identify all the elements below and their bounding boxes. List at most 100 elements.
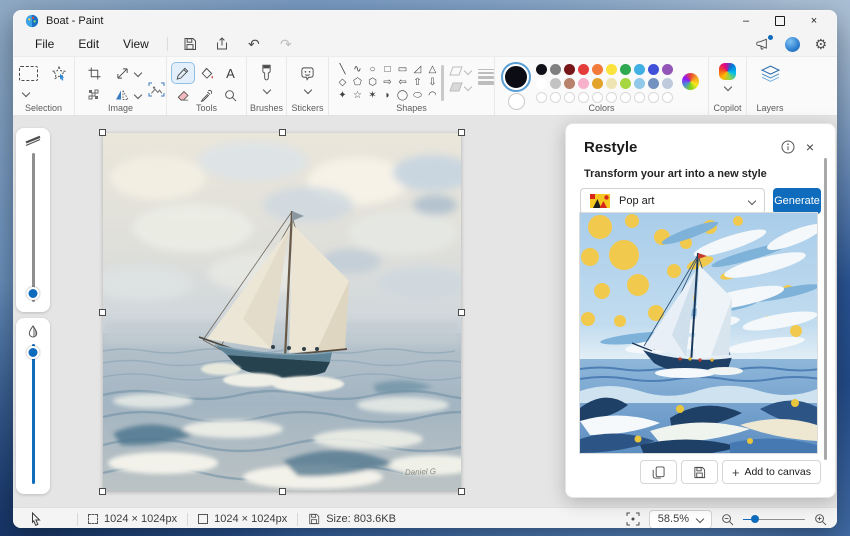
empty-color-slot[interactable]	[564, 92, 575, 103]
save-button[interactable]	[177, 34, 203, 54]
copy-result-button[interactable]	[639, 460, 677, 484]
image-creator-button[interactable]	[147, 79, 166, 99]
shape-rounded-rectangle[interactable]: ▭	[395, 63, 410, 76]
shape-curve[interactable]: ∿	[350, 63, 365, 76]
color-swatch[interactable]	[550, 64, 561, 75]
shape-diamond[interactable]: ◇	[335, 76, 350, 89]
empty-color-slot[interactable]	[648, 92, 659, 103]
selection-handle-top-right[interactable]	[458, 129, 465, 136]
magnifier-tool-button[interactable]	[220, 85, 242, 105]
empty-color-slot[interactable]	[550, 92, 561, 103]
save-result-button[interactable]	[680, 460, 718, 484]
selection-handle-middle-right[interactable]	[458, 309, 465, 316]
edit-colors-button[interactable]	[682, 73, 699, 90]
zoom-level-select[interactable]: 58.5%	[648, 509, 712, 528]
rect-select-button[interactable]	[18, 63, 40, 83]
shape-outline-button[interactable]	[449, 65, 473, 77]
empty-color-slot[interactable]	[578, 92, 589, 103]
fill-tool-button[interactable]	[196, 63, 218, 83]
color-swatch[interactable]	[592, 64, 603, 75]
stickers-dropdown-chevron[interactable]	[303, 85, 312, 95]
thickness-slider[interactable]	[26, 153, 40, 302]
shape-arrow-right[interactable]: ⇨	[380, 76, 395, 89]
crop-button[interactable]	[83, 63, 105, 83]
menu-file[interactable]: File	[23, 34, 66, 54]
shape-right-triangle[interactable]: ◿	[410, 63, 425, 76]
color-swatch[interactable]	[634, 64, 645, 75]
minimize-button[interactable]: –	[729, 10, 763, 32]
feedback-button[interactable]	[756, 35, 774, 51]
free-select-button[interactable]	[48, 63, 70, 83]
flip-rotate-button[interactable]	[111, 85, 133, 105]
selection-handle-middle-left[interactable]	[99, 309, 106, 316]
shape-five-point-star[interactable]: ☆	[350, 89, 365, 102]
shape-pentagon[interactable]: ⬠	[350, 76, 365, 89]
color-swatch[interactable]	[648, 64, 659, 75]
maximize-button[interactable]	[763, 10, 797, 32]
shape-hexagon[interactable]: ⬡	[365, 76, 380, 89]
settings-button[interactable]: ⚙	[814, 36, 827, 53]
empty-color-slot[interactable]	[536, 92, 547, 103]
zoom-slider[interactable]	[743, 514, 805, 524]
selection-handle-top-middle[interactable]	[279, 129, 286, 136]
color-swatch[interactable]	[536, 64, 547, 75]
selection-handle-bottom-right[interactable]	[458, 488, 465, 495]
text-tool-button[interactable]: A	[220, 63, 242, 83]
empty-color-slot[interactable]	[662, 92, 673, 103]
pencil-tool-button[interactable]	[171, 63, 194, 83]
zoom-out-button[interactable]	[721, 513, 734, 526]
remove-background-button[interactable]	[83, 85, 105, 105]
color-swatch[interactable]	[578, 64, 589, 75]
brush-button[interactable]	[256, 63, 278, 83]
generate-button[interactable]: Generate	[773, 188, 821, 214]
shape-arrow-left[interactable]: ⇦	[395, 76, 410, 89]
style-dropdown[interactable]: Pop art	[580, 188, 765, 214]
shape-oval[interactable]: ○	[365, 63, 380, 76]
canvas[interactable]: Daniel G	[93, 129, 512, 495]
opacity-slider[interactable]	[26, 344, 40, 484]
eyedropper-tool-button[interactable]	[196, 85, 218, 105]
copilot-dropdown-chevron[interactable]	[723, 82, 732, 92]
shape-line[interactable]: ╲	[335, 63, 350, 76]
layers-icon[interactable]	[760, 65, 780, 82]
close-button[interactable]: ×	[797, 10, 831, 32]
eraser-tool-button[interactable]	[172, 85, 194, 105]
restyle-preview-image[interactable]	[579, 212, 818, 454]
menu-edit[interactable]: Edit	[66, 34, 111, 54]
opacity-slider-thumb[interactable]	[26, 346, 40, 359]
shape-four-point-star[interactable]: ✦	[335, 89, 350, 102]
color-swatch[interactable]	[592, 78, 603, 89]
undo-button[interactable]: ↶	[241, 34, 267, 54]
empty-color-slot[interactable]	[592, 92, 603, 103]
restyle-scrollbar[interactable]	[824, 158, 827, 460]
color-swatch[interactable]	[620, 78, 631, 89]
shape-arrow-up[interactable]: ⇧	[410, 76, 425, 89]
selected-color-swatch[interactable]	[501, 62, 531, 92]
fit-to-screen-button[interactable]	[626, 512, 640, 526]
resize-button[interactable]	[111, 63, 133, 83]
color-swatch[interactable]	[536, 78, 547, 89]
color-swatch[interactable]	[634, 78, 645, 89]
shapes-scrollbar[interactable]	[441, 65, 444, 101]
shape-arc[interactable]: ◠	[425, 89, 436, 102]
color-swatch[interactable]	[578, 78, 589, 89]
color-swatch[interactable]	[606, 78, 617, 89]
shape-cloud-balloon[interactable]: ⬭	[410, 89, 425, 102]
empty-color-slot[interactable]	[620, 92, 631, 103]
shape-fill-button[interactable]	[449, 81, 473, 93]
color-swatch[interactable]	[564, 78, 575, 89]
thickness-slider-thumb[interactable]	[26, 287, 40, 300]
copilot-icon[interactable]	[719, 63, 736, 80]
shape-oval-balloon[interactable]: ◯	[395, 89, 410, 102]
selection-handle-bottom-middle[interactable]	[279, 488, 286, 495]
flip-dropdown-chevron[interactable]	[133, 90, 143, 100]
empty-color-slot[interactable]	[606, 92, 617, 103]
brushes-dropdown-chevron[interactable]	[262, 85, 271, 95]
zoom-in-button[interactable]	[814, 513, 827, 526]
share-button[interactable]	[209, 34, 235, 54]
account-button[interactable]	[785, 36, 801, 52]
shape-triangle[interactable]: △	[425, 63, 436, 76]
restyle-close-button[interactable]: ×	[799, 136, 821, 158]
color-swatch[interactable]	[662, 64, 673, 75]
selection-handle-bottom-left[interactable]	[99, 488, 106, 495]
